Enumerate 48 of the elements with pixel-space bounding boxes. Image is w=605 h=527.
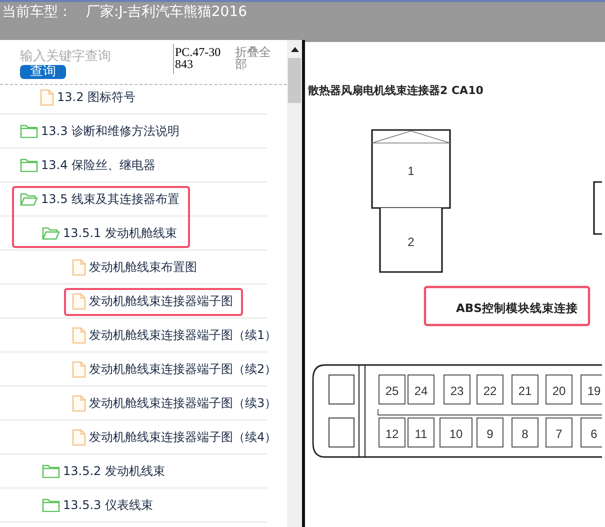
pin-cell: 19 <box>580 374 602 404</box>
document-icon <box>72 258 86 276</box>
connector-label: ABS控制模块线束连接 <box>456 301 578 315</box>
document-item[interactable]: 发动机舱线束连接器端子图 <box>89 292 233 310</box>
collapse-all-link[interactable]: 折叠全部 <box>235 44 279 84</box>
pin-number: 1 <box>408 164 414 178</box>
document-icon <box>72 394 86 412</box>
code-label: PC.47-30843 <box>173 44 223 74</box>
pin-cell: 10 <box>440 418 472 448</box>
folder-item[interactable]: 13.5.1 发动机舱线束 <box>63 224 177 242</box>
pin-cell: 23 <box>444 374 470 404</box>
document-item[interactable]: 发动机舱线束连接器端子图（续2） <box>89 360 277 378</box>
document-icon <box>72 292 86 310</box>
search-field[interactable]: 输入关键字查询 <box>20 44 160 65</box>
pin-cell: 20 <box>546 374 572 404</box>
pin-cell: 11 <box>408 418 434 448</box>
document-item[interactable]: 13.2 图标符号 <box>57 88 136 106</box>
document-item[interactable]: 发动机舱线束连接器端子图（续1） <box>89 326 277 344</box>
document-item[interactable]: 发动机舱线束连接器端子图（续4） <box>89 428 277 446</box>
pin-cell: 8 <box>512 418 538 448</box>
connector-drawing <box>593 181 602 235</box>
pin-cell: 21 <box>512 374 538 404</box>
pin-cell: 25 <box>378 374 406 404</box>
folder-item[interactable]: 13.4 保险丝、继电器 <box>41 156 156 174</box>
document-item[interactable]: 发动机舱线束布置图 <box>89 258 197 276</box>
pin-number: 2 <box>408 235 414 249</box>
folder-item[interactable]: 13.3 诊断和维修方法说明 <box>41 122 180 140</box>
document-icon <box>72 360 86 378</box>
scroll-up-icon[interactable] <box>290 47 298 52</box>
pin-cell: 9 <box>476 418 504 448</box>
title-label: 当前车型： <box>2 4 72 20</box>
pin-cell: 12 <box>378 418 406 448</box>
folder-item[interactable]: 13.5.3 仪表线束 <box>63 496 153 514</box>
document-icon <box>72 428 86 446</box>
document-item[interactable]: 发动机舱线束连接器端子图（续3） <box>89 394 277 412</box>
scrollbar[interactable] <box>287 40 302 527</box>
connector-heading: 散热器风扇电机线束连接器2 CA10 <box>308 84 484 97</box>
scrollbar-thumb[interactable] <box>288 58 301 103</box>
document-icon <box>72 326 86 344</box>
document-icon <box>40 88 54 106</box>
pin-cell: 22 <box>476 374 504 404</box>
title-value: 厂家:J-吉利汽车熊猫2016 <box>86 4 248 20</box>
search-button[interactable]: 查询 <box>20 65 66 79</box>
pin-cell: 7 <box>546 418 572 448</box>
pin-cell: 6 <box>580 418 602 448</box>
folder-item[interactable]: 13.5.2 发动机线束 <box>63 462 165 480</box>
folder-item[interactable]: 13.5 线束及其连接器布置 <box>41 190 180 208</box>
pin-cell: 24 <box>408 374 434 404</box>
